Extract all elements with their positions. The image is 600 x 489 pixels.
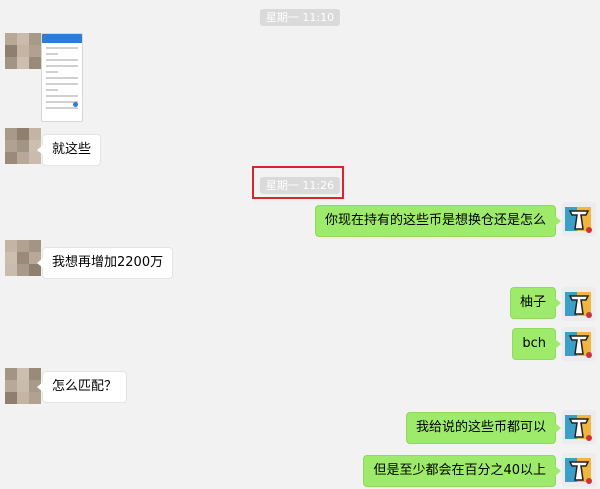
- message-bubble[interactable]: 怎么匹配？: [36, 371, 128, 403]
- message-bubble[interactable]: 我给说的这些币都可以: [405, 412, 562, 444]
- timestamp: 星期一 11:26: [259, 177, 341, 194]
- message-bubble[interactable]: 就这些: [36, 134, 102, 166]
- my-avatar[interactable]: [562, 453, 596, 487]
- my-avatar[interactable]: [562, 202, 596, 236]
- my-avatar[interactable]: [562, 410, 596, 444]
- message-bubble[interactable]: bch: [512, 328, 561, 360]
- my-avatar[interactable]: [562, 327, 596, 361]
- contact-avatar[interactable]: [5, 368, 41, 404]
- my-avatar[interactable]: [562, 287, 596, 321]
- timestamp: 星期一 11:10: [259, 9, 341, 26]
- contact-avatar[interactable]: [5, 33, 41, 69]
- message-bubble[interactable]: 你现在持有的这些币是想换仓还是怎么: [314, 205, 562, 237]
- message-bubble[interactable]: 但是至少都会在百分之40以上: [363, 455, 561, 487]
- message-bubble[interactable]: 柚子: [509, 287, 562, 319]
- image-thumbnail[interactable]: [41, 33, 83, 122]
- contact-avatar[interactable]: [5, 240, 41, 276]
- contact-avatar[interactable]: [5, 128, 41, 164]
- message-bubble[interactable]: 我想再增加2200万: [36, 247, 174, 279]
